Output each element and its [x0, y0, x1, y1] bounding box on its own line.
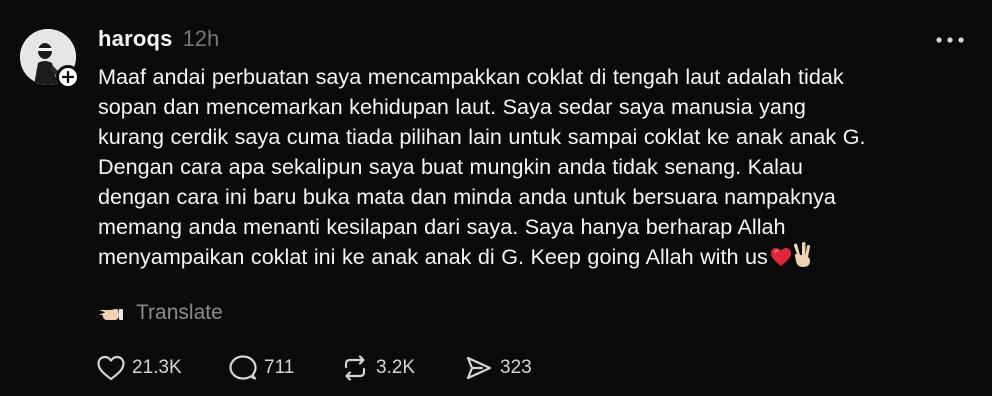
- post-text-line: kurang cerdik saya cuma tiada pilihan la…: [98, 124, 866, 149]
- post-actions: 21.3K 711 3.2K 323: [96, 352, 564, 384]
- username-link[interactable]: haroqs: [98, 26, 173, 52]
- plus-icon: [61, 70, 75, 84]
- post-text-line: memang anda menanti kesilapan dari saya.…: [98, 214, 786, 239]
- post-text-line: menyampaikan coklat ini ke anak anak di …: [98, 244, 768, 269]
- avatar-container[interactable]: [20, 29, 80, 89]
- post-body-text: Maaf andai perbuatan saya mencampakkan c…: [98, 62, 978, 276]
- repost-button[interactable]: 3.2K: [340, 352, 464, 384]
- reply-count: 711: [264, 357, 295, 378]
- speech-bubble-icon: [229, 355, 257, 380]
- post-text-line: dengan cara ini baru buka mata dan minda…: [98, 184, 836, 209]
- post-text-line: sopan dan mencemarkan kehidupan laut. Sa…: [98, 94, 806, 119]
- post-timestamp[interactable]: 12h: [183, 26, 220, 52]
- like-button[interactable]: 21.3K: [96, 352, 228, 384]
- like-count: 21.3K: [132, 357, 182, 378]
- pointing-hand-icon: [99, 309, 123, 320]
- follow-button[interactable]: [56, 65, 80, 89]
- repost-count: 3.2K: [376, 357, 416, 378]
- more-horizontal-icon: [936, 37, 964, 43]
- reply-button[interactable]: 711: [228, 352, 340, 384]
- thread-post: haroqs 12h Maaf andai perbuatan saya men…: [0, 0, 992, 396]
- post-text-line: Maaf andai perbuatan saya mencampakkan c…: [98, 64, 844, 89]
- post-header: haroqs 12h: [98, 24, 219, 54]
- post-text-line: Dengan cara apa sekalipun saya buat mung…: [98, 154, 803, 179]
- more-options-button[interactable]: [932, 28, 968, 52]
- share-button[interactable]: 323: [464, 352, 564, 384]
- post-text-line-last: menyampaikan coklat ini ke anak anak di …: [98, 242, 978, 276]
- victory-hand-emoji-icon: [792, 242, 814, 276]
- send-icon: [466, 356, 492, 380]
- translate-button[interactable]: Translate: [98, 298, 223, 328]
- heart-icon: [97, 355, 125, 381]
- repost-icon: [344, 355, 366, 381]
- red-heart-emoji-icon: [770, 245, 792, 275]
- share-count: 323: [500, 357, 532, 378]
- translate-label: Translate: [136, 301, 223, 324]
